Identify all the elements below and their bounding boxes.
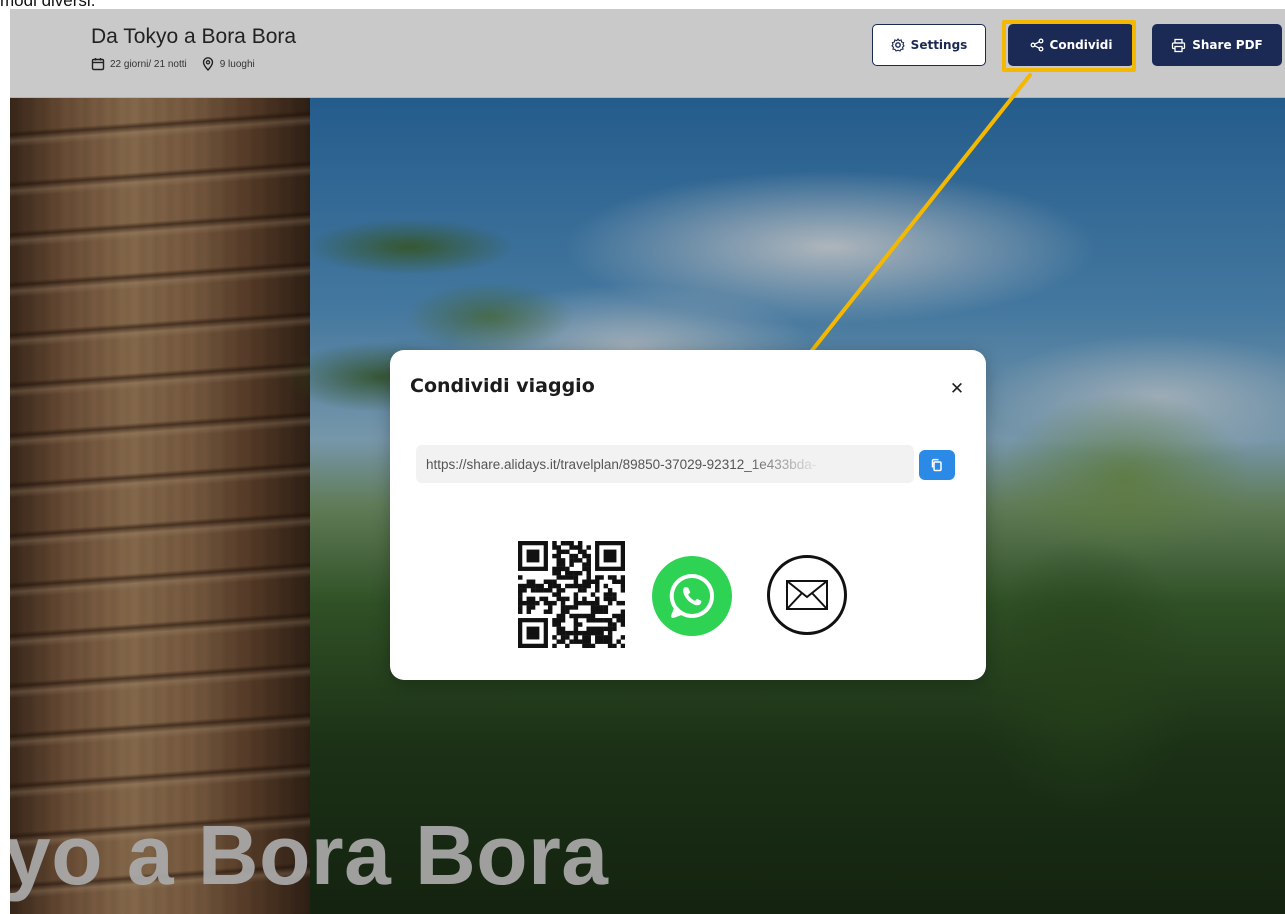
- qr-code[interactable]: [518, 541, 625, 648]
- location-pin-icon: [202, 57, 213, 71]
- share-pdf-button[interactable]: Share PDF: [1152, 24, 1282, 66]
- copy-url-button[interactable]: [919, 450, 955, 480]
- trip-meta: 22 giorni/ 21 notti 9 luoghi: [91, 57, 255, 71]
- trip-duration: 22 giorni/ 21 notti: [110, 58, 187, 70]
- calendar-icon: [91, 58, 105, 71]
- trip-title: Da Tokyo a Bora Bora: [91, 25, 297, 48]
- share-url-field[interactable]: https://share.alidays.it/travelplan/8985…: [416, 445, 914, 483]
- share-pdf-button-label: Share PDF: [1192, 38, 1263, 52]
- copy-icon: [931, 458, 942, 472]
- gear-icon: [890, 38, 905, 52]
- settings-button[interactable]: Settings: [872, 24, 986, 66]
- share-trip-modal: Condividi viaggio ✕ https://share.aliday…: [390, 350, 986, 680]
- trip-places: 9 luoghi: [219, 58, 255, 70]
- printer-icon: [1172, 38, 1186, 52]
- share-button-highlight: [1002, 20, 1136, 72]
- modal-title: Condividi viaggio: [410, 375, 595, 397]
- envelope-glyph: [786, 580, 828, 610]
- whatsapp-icon[interactable]: [652, 556, 732, 636]
- top-header: Da Tokyo a Bora Bora 22 giorni/ 21 notti…: [10, 9, 1285, 98]
- app-frame: yo a Bora Bora Da Tokyo a Bora Bora 22 g…: [10, 9, 1285, 914]
- whatsapp-glyph: [669, 573, 714, 618]
- settings-button-label: Settings: [910, 38, 968, 52]
- email-icon[interactable]: [767, 555, 847, 635]
- share-url-text: https://share.alidays.it/travelplan/8985…: [426, 456, 817, 472]
- close-icon[interactable]: ✕: [946, 378, 968, 400]
